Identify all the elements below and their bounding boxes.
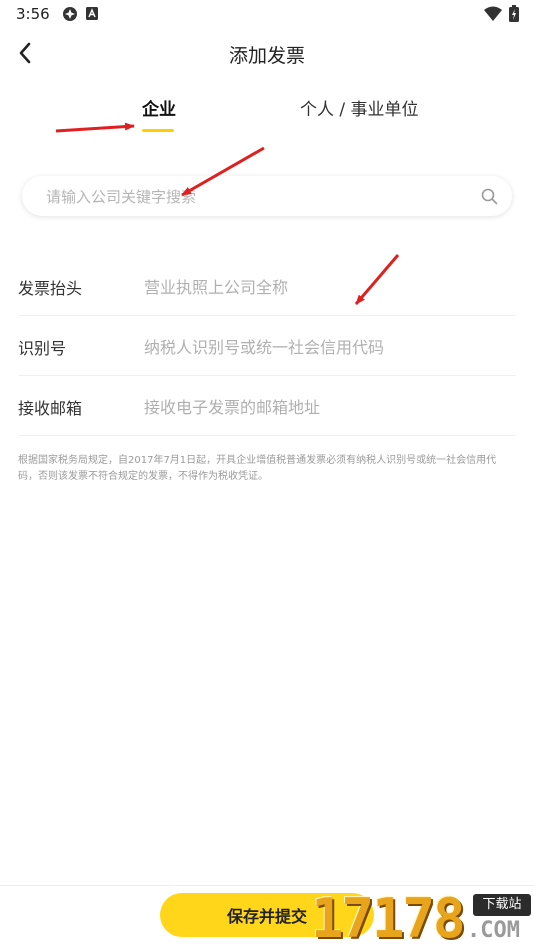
keyboard-notification-icon — [86, 7, 98, 20]
invoice-title-row: 发票抬头 — [18, 257, 516, 316]
email-row: 接收邮箱 — [18, 377, 516, 436]
status-bar: 3:56 — [0, 0, 534, 28]
status-time: 3:56 — [16, 5, 50, 23]
watermark-digits: 17178 — [311, 887, 466, 950]
tax-notice: 根据国家税务局规定，自2017年7月1日起，开具企业增值税普通发票必须有纳税人识… — [18, 455, 497, 482]
tab-personal-institution[interactable]: 个人 / 事业单位 — [300, 95, 419, 120]
watermark-badge: 下载站 — [473, 894, 531, 916]
battery-icon — [509, 5, 519, 22]
invoice-title-input[interactable] — [142, 267, 516, 307]
site-watermark-logo: 17178 下载站 .COM — [305, 888, 534, 950]
tax-id-row: 识别号 — [18, 317, 516, 376]
wifi-icon — [484, 6, 502, 21]
email-input[interactable] — [142, 387, 516, 427]
active-tab-indicator — [142, 129, 174, 132]
company-search-input[interactable] — [44, 176, 468, 218]
watermark-suffix: .COM — [467, 918, 520, 943]
search-icon[interactable] — [481, 188, 498, 205]
invoice-title-label: 发票抬头 — [18, 279, 83, 298]
tab-company[interactable]: 企业 — [142, 95, 176, 120]
page-title: 添加发票 — [228, 45, 305, 67]
tax-id-input[interactable] — [142, 327, 516, 367]
annotation-arrow-tab — [55, 122, 135, 133]
tax-id-label: 识别号 — [18, 339, 67, 358]
company-search-box[interactable] — [22, 176, 512, 218]
app-notification-icon — [63, 7, 77, 21]
email-label: 接收邮箱 — [18, 399, 83, 418]
